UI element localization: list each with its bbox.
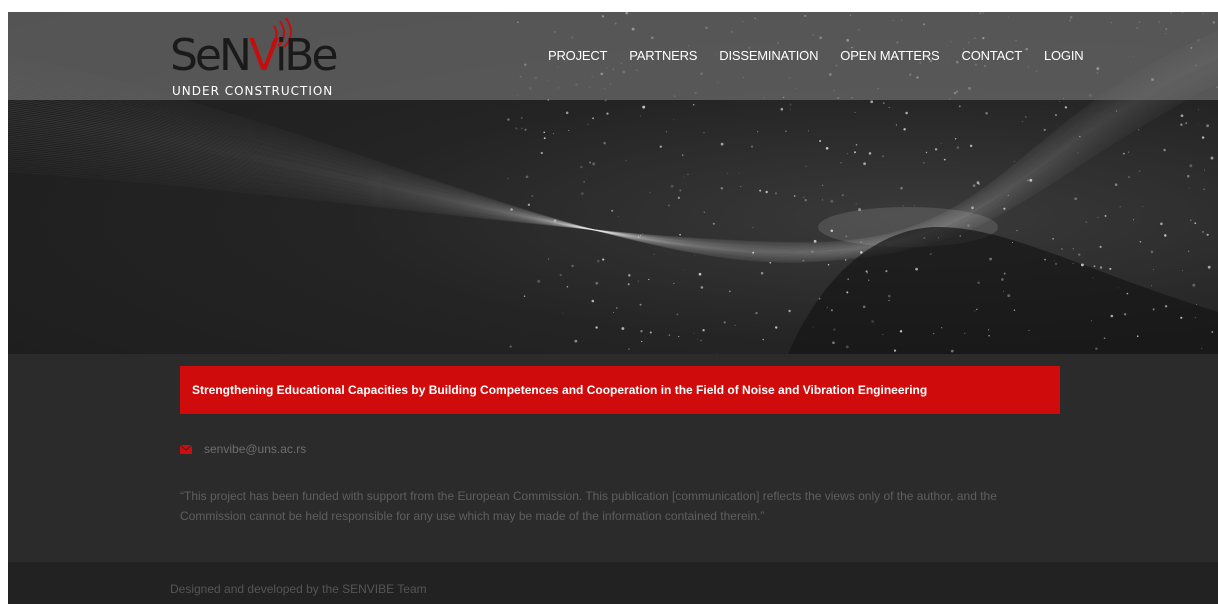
project-title-banner: Strengthening Educational Capacities by …: [180, 366, 1060, 414]
logo-wordmark: SeNViBe: [170, 30, 339, 81]
nav-item-contact[interactable]: CONTACT: [962, 48, 1023, 63]
nav-item-dissemination[interactable]: DISSEMINATION: [719, 48, 818, 63]
nav-item-partners[interactable]: PARTNERS: [629, 48, 697, 63]
page-frame: SeNViBe UNDER CONSTRUCTION PROJECT PARTN…: [8, 12, 1218, 604]
site-header: SeNViBe UNDER CONSTRUCTION PROJECT PARTN…: [8, 12, 1218, 100]
contact-email-link[interactable]: senvibe@uns.ac.rs: [204, 442, 306, 456]
nav-item-login[interactable]: LOGIN: [1044, 48, 1084, 63]
eu-disclaimer-text: “This project has been funded with suppo…: [180, 489, 997, 523]
main-nav: PROJECT PARTNERS DISSEMINATION OPEN MATT…: [548, 48, 1105, 63]
mail-icon: [180, 444, 192, 454]
nav-item-project[interactable]: PROJECT: [548, 48, 607, 63]
site-footer: Designed and developed by the SENVIBE Te…: [8, 562, 1218, 604]
site-logo[interactable]: SeNViBe UNDER CONSTRUCTION: [170, 18, 370, 98]
logo-tagline: UNDER CONSTRUCTION: [172, 84, 334, 98]
footer-credit: Designed and developed by the SENVIBE Te…: [170, 582, 427, 596]
contact-email-row: senvibe@uns.ac.rs: [180, 442, 306, 456]
nav-item-open-matters[interactable]: OPEN MATTERS: [840, 48, 939, 63]
